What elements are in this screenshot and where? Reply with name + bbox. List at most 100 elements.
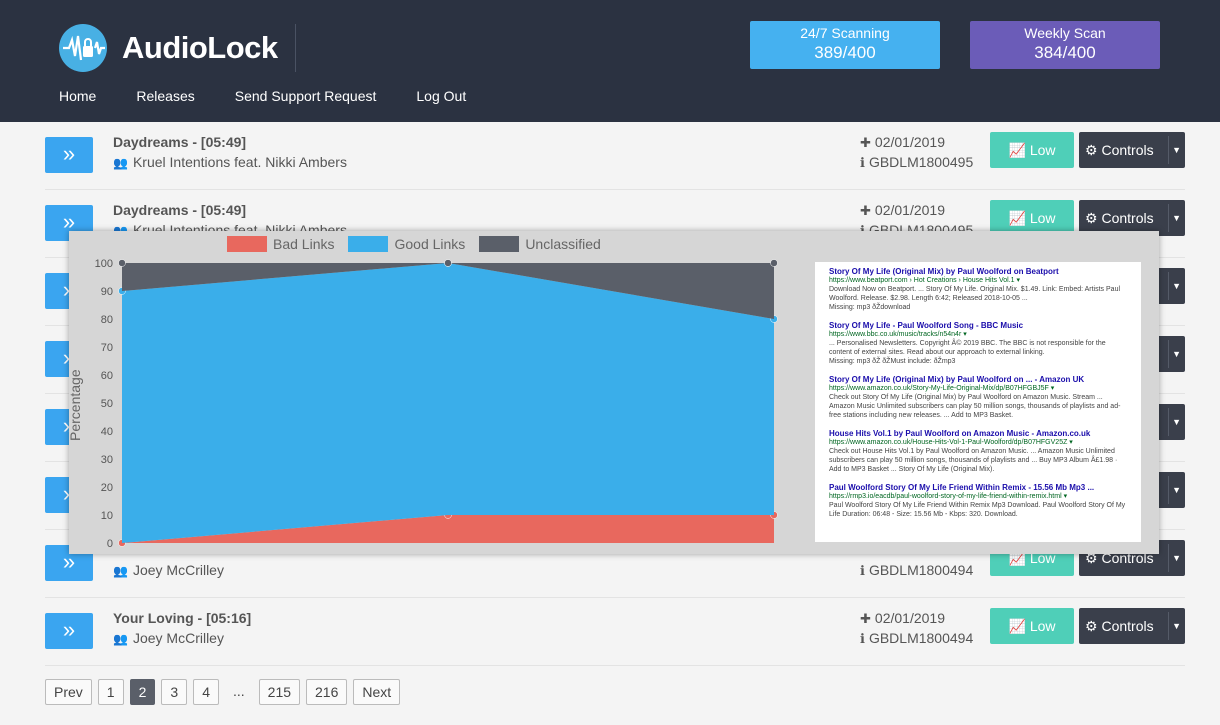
pagination-ellipsis: ... xyxy=(232,683,245,699)
low-button[interactable]: 📈 Low xyxy=(990,132,1074,168)
caret-down-icon[interactable]: ▼ xyxy=(1172,608,1181,644)
caret-down-icon[interactable]: ▼ xyxy=(1172,472,1181,508)
y-tick-label: 50 xyxy=(101,398,113,410)
plus-icon: ✚ xyxy=(860,611,871,626)
legend-label: Good Links xyxy=(394,236,466,252)
divider xyxy=(1168,136,1169,164)
release-artist: 👥 Kruel Intentions feat. Nikki Ambers xyxy=(113,154,347,170)
double-chevron-right-icon: » xyxy=(62,141,76,166)
result-url[interactable]: https://www.beatport.com › Hot Creations… xyxy=(829,276,1127,285)
scan-247-box: 24/7 Scanning 389/400 xyxy=(750,21,940,69)
result-missing: Missing: mp3 ‎ðŽ ‎ðŽMust include: ‎ðŽmp3 xyxy=(829,358,956,365)
result-url[interactable]: https://www.amazon.co.uk/House-Hits-Vol-… xyxy=(829,438,1127,447)
y-tick-label: 70 xyxy=(101,342,113,354)
result-title[interactable]: Story Of My Life (Original Mix) by Paul … xyxy=(829,375,1127,384)
y-tick-label: 60 xyxy=(101,370,113,382)
artist-name: Joey McCrilley xyxy=(132,630,224,646)
legend-item-bad-links[interactable]: Bad Links xyxy=(227,236,334,252)
search-result: House Hits Vol.1 by Paul Woolford on Ama… xyxy=(829,429,1127,474)
low-label: Low xyxy=(1029,142,1056,158)
artist-name: Kruel Intentions feat. Nikki Ambers xyxy=(132,154,347,170)
artist-name: Joey McCrilley xyxy=(132,562,224,578)
release-date: ✚ 02/01/2019 xyxy=(860,134,945,151)
result-url[interactable]: https://rmp3.io/eacdb/paul-woolford-stor… xyxy=(829,492,1127,501)
result-title[interactable]: Story Of My Life - Paul Woolford Song - … xyxy=(829,321,1127,330)
controls-button[interactable]: ⚙ Controls ▼ xyxy=(1079,132,1185,168)
data-point-unclassified xyxy=(444,259,452,267)
legend-item-good-links[interactable]: Good Links xyxy=(348,236,465,252)
release-artist: 👥 Joey McCrilley xyxy=(113,562,224,578)
result-url[interactable]: https://www.bbc.co.uk/music/tracks/n54n4… xyxy=(829,330,1127,339)
divider xyxy=(1168,544,1169,572)
search-result: Paul Woolford Story Of My Life Friend Wi… xyxy=(829,483,1127,519)
legend-item-unclassified[interactable]: Unclassified xyxy=(479,236,601,252)
y-tick-label: 40 xyxy=(101,426,113,438)
caret-down-icon[interactable]: ▼ xyxy=(1172,404,1181,440)
pagination-prev[interactable]: Prev xyxy=(45,679,92,705)
result-url[interactable]: https://www.amazon.co.uk/Story-My-Life-O… xyxy=(829,384,1127,393)
scan-247-value: 389/400 xyxy=(814,43,876,62)
pagination-page[interactable]: 4 xyxy=(193,679,219,705)
controls-button[interactable]: ⚙ Controls ▼ xyxy=(1079,608,1185,644)
area-chart: 0 10 20 30 40 50 60 70 80 90 100 Percentage xyxy=(69,258,778,550)
controls-label: Controls xyxy=(1101,210,1154,226)
pagination-next[interactable]: Next xyxy=(353,679,401,705)
search-results-preview: Story Of My Life (Original Mix) by Paul … xyxy=(815,262,1141,542)
release-code: ℹGBDLM1800495 xyxy=(860,154,973,171)
pagination-page[interactable]: 215 xyxy=(258,679,301,705)
legend-swatch xyxy=(348,236,389,252)
expand-button[interactable]: » xyxy=(45,137,93,173)
release-artist: 👥 Joey McCrilley xyxy=(113,630,224,646)
low-button[interactable]: 📈 Low xyxy=(990,608,1074,644)
caret-down-icon[interactable]: ▼ xyxy=(1172,268,1181,304)
result-snippet: Check out Story Of My Life (Original Mix… xyxy=(829,394,1121,419)
chart-legend: Bad Links Good Links Unclassified xyxy=(227,236,615,252)
pagination-page-active[interactable]: 2 xyxy=(129,679,156,705)
release-date: ✚ 02/01/2019 xyxy=(860,610,945,627)
result-title[interactable]: House Hits Vol.1 by Paul Woolford on Ama… xyxy=(829,429,1127,438)
logo-text: AudioLock xyxy=(122,30,278,65)
caret-down-icon[interactable]: ▼ xyxy=(1172,336,1181,372)
plus-icon: ✚ xyxy=(860,203,871,218)
pagination: Prev 1 2 3 4 ... 215 216 Next xyxy=(45,679,406,705)
info-icon: ℹ xyxy=(860,155,865,170)
weekly-scan-box: Weekly Scan 384/400 xyxy=(970,21,1160,69)
nav-log-out[interactable]: Log Out xyxy=(416,88,466,104)
legend-label: Unclassified xyxy=(525,236,601,252)
pagination-page[interactable]: 216 xyxy=(306,679,348,705)
gears-icon: ⚙ xyxy=(1085,618,1098,634)
table-row: » Your Loving - [05:16] 👥 Joey McCrilley … xyxy=(45,598,1185,666)
caret-down-icon[interactable]: ▼ xyxy=(1172,540,1181,576)
pagination-page[interactable]: 3 xyxy=(161,679,188,705)
legend-label: Bad Links xyxy=(273,236,335,252)
audiolock-logo[interactable]: AudioLock xyxy=(59,24,299,72)
y-axis-label: Percentage xyxy=(69,369,83,441)
divider xyxy=(1168,612,1169,640)
caret-down-icon[interactable]: ▼ xyxy=(1172,132,1181,168)
result-snippet: ... Personalised Newsletters. Copyright … xyxy=(829,340,1106,356)
gears-icon: ⚙ xyxy=(1085,210,1098,226)
legend-swatch xyxy=(227,236,267,252)
expand-button[interactable]: » xyxy=(45,613,93,649)
gears-icon: ⚙ xyxy=(1085,142,1098,158)
pagination-page[interactable]: 1 xyxy=(97,679,124,705)
result-title[interactable]: Story Of My Life (Original Mix) by Paul … xyxy=(829,267,1127,276)
main-nav: Home Releases Send Support Request Log O… xyxy=(59,88,506,104)
result-snippet: Download Now on Beatport. ... Story Of M… xyxy=(829,286,1121,302)
nav-home[interactable]: Home xyxy=(59,88,96,104)
info-icon: ℹ xyxy=(860,563,865,578)
series-area-good-links xyxy=(122,263,774,543)
line-chart-icon: 📈 xyxy=(1008,210,1026,226)
divider xyxy=(1168,408,1169,436)
result-snippet: Check out House Hits Vol.1 by Paul Woolf… xyxy=(829,448,1118,473)
nav-releases[interactable]: Releases xyxy=(136,88,194,104)
y-tick-label: 30 xyxy=(101,454,113,466)
low-label: Low xyxy=(1029,618,1056,634)
y-tick-label: 10 xyxy=(101,510,113,522)
data-point-unclassified xyxy=(770,259,778,267)
search-result: Story Of My Life (Original Mix) by Paul … xyxy=(829,375,1127,420)
result-title[interactable]: Paul Woolford Story Of My Life Friend Wi… xyxy=(829,483,1127,492)
nav-send-support-request[interactable]: Send Support Request xyxy=(235,88,377,104)
caret-down-icon[interactable]: ▼ xyxy=(1172,200,1181,236)
users-icon: 👥 xyxy=(113,632,128,646)
